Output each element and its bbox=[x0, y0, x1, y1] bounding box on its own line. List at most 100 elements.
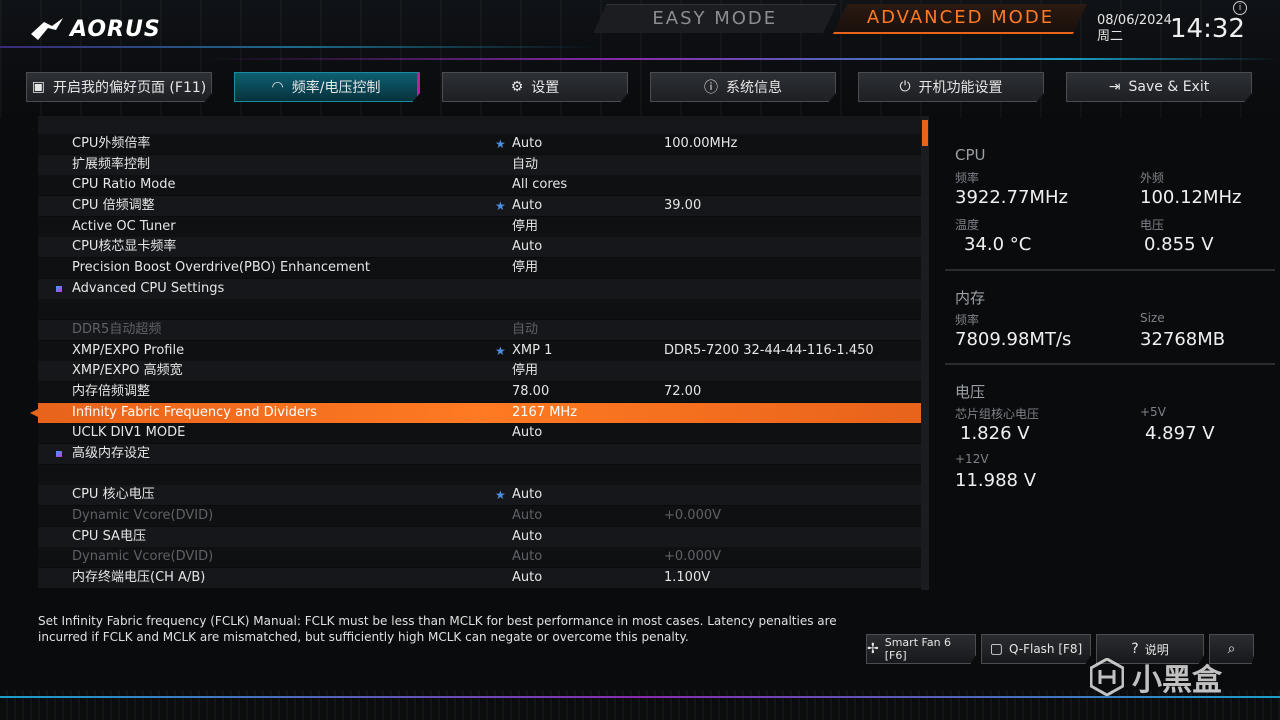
setting-label: 内存倍频调整 bbox=[72, 384, 151, 399]
favorites-icon: ▣ bbox=[31, 79, 45, 95]
setting-cpu-ratio[interactable]: CPU 倍频调整 ★ Auto 39.00 bbox=[38, 196, 921, 216]
setting-uclk-div1[interactable]: UCLK DIV1 MODE Auto bbox=[38, 423, 921, 443]
setting-value: 78.00 bbox=[512, 384, 550, 399]
setting-xmp-bandwidth[interactable]: XMP/EXPO 高频宽 停用 bbox=[38, 361, 921, 381]
setting-value: 2167 MHz bbox=[512, 405, 578, 420]
setting-mem-vtt[interactable]: 内存终端电压(CH A/B) Auto 1.100V bbox=[38, 568, 921, 588]
setting-cpu-vcore[interactable]: CPU 核心电压 ★ Auto bbox=[38, 485, 921, 505]
header-neon-line-2 bbox=[200, 58, 1280, 60]
brand-name: AORUS bbox=[70, 16, 161, 42]
setting-current: 100.00MHz bbox=[664, 136, 738, 151]
setting-current: +0.000V bbox=[664, 508, 722, 523]
setting-label: UCLK DIV1 MODE bbox=[72, 425, 186, 440]
setting-value: 自动 bbox=[512, 157, 539, 172]
footer-background bbox=[0, 690, 1280, 720]
setting-cpu-ratio-mode[interactable]: CPU Ratio Mode All cores bbox=[38, 175, 921, 195]
list-item bbox=[38, 465, 921, 485]
watermark-text: 小黑盒 bbox=[1132, 663, 1222, 698]
setting-label: CPU外频倍率 bbox=[72, 136, 151, 151]
voltage-section-title: 电压 bbox=[955, 383, 986, 401]
star-icon: ★ bbox=[495, 344, 506, 358]
info-circle-icon: ⓘ bbox=[704, 80, 718, 96]
submenu-advanced-cpu[interactable]: Advanced CPU Settings bbox=[38, 279, 921, 299]
smart-fan-button[interactable]: ✢ Smart Fan 6 [F6] bbox=[866, 634, 976, 664]
setting-label: CPU 倍频调整 bbox=[72, 198, 155, 213]
cpu-volt-label: 电压 bbox=[1140, 218, 1165, 232]
setting-igpu-freq[interactable]: CPU核芯显卡频率 Auto bbox=[38, 237, 921, 257]
gear-icon: ⚙ bbox=[510, 79, 524, 95]
setting-current: 1.100V bbox=[664, 570, 711, 585]
setting-label: 高级内存设定 bbox=[72, 446, 151, 461]
setting-label: CPU 核心电压 bbox=[72, 487, 155, 502]
setting-value: Auto bbox=[512, 529, 543, 544]
setting-cpu-bclk[interactable]: CPU外频倍率 ★ Auto 100.00MHz bbox=[38, 134, 921, 154]
easy-mode-button[interactable]: EASY MODE bbox=[593, 4, 837, 33]
star-icon: ★ bbox=[495, 488, 506, 502]
qflash-button[interactable]: ▢ Q-Flash [F8] bbox=[981, 634, 1091, 664]
mem-freq-label: 频率 bbox=[955, 313, 980, 327]
power-icon: ⏻ bbox=[899, 79, 911, 95]
footer-neon-line bbox=[0, 696, 1280, 698]
setting-value: Auto bbox=[512, 239, 543, 254]
aorus-logo: AORUS bbox=[30, 16, 161, 42]
settings-list: CPU外频倍率 ★ Auto 100.00MHz 扩展频率控制 自动 CPU Ratio… bbox=[38, 116, 921, 590]
settings-scrollbar[interactable] bbox=[921, 116, 929, 590]
setting-xmp-profile[interactable]: XMP/EXPO Profile ★ XMP 1 DDR5-7200 32-44-44… bbox=[38, 341, 921, 361]
setting-label: DDR5自动超频 bbox=[72, 322, 162, 337]
setting-label: XMP/EXPO Profile bbox=[72, 343, 185, 358]
tab-boot[interactable]: ⏻ 开机功能设置 bbox=[858, 72, 1044, 102]
cpu-temp-value: 34.0 °C bbox=[964, 234, 1032, 255]
star-icon: ★ bbox=[495, 137, 506, 151]
date-text: 08/06/2024 bbox=[1097, 13, 1172, 28]
mem-freq-value: 7809.98MT/s bbox=[955, 329, 1072, 350]
chip-icon: ▢ bbox=[989, 641, 1003, 657]
selection-wing-left bbox=[30, 408, 54, 418]
setting-label: XMP/EXPO 高频宽 bbox=[72, 363, 183, 378]
setting-value: 停用 bbox=[512, 363, 539, 378]
date-display: 08/06/2024 周二 bbox=[1097, 13, 1172, 45]
button-label: Smart Fan 6 [F6] bbox=[884, 636, 952, 662]
setting-infinity-fabric[interactable]: Infinity Fabric Frequency and Dividers 21… bbox=[38, 403, 921, 423]
setting-ext-freq[interactable]: 扩展频率控制 自动 bbox=[38, 155, 921, 175]
tab-settings[interactable]: ⚙ 设置 bbox=[442, 72, 628, 102]
main-tabs: ▣ 开启我的偏好页面 (F11) ◠ 频率/电压控制 ⚙ 设置 ⓘ 系统信息 ⏻ 开机功能… bbox=[26, 72, 1256, 102]
setting-label: Advanced CPU Settings bbox=[72, 281, 225, 296]
tab-label: 系统信息 bbox=[726, 80, 782, 96]
info-icon[interactable]: i bbox=[1233, 1, 1247, 15]
time-display: 14:32 bbox=[1170, 14, 1245, 44]
setting-value: All cores bbox=[512, 177, 568, 192]
setting-active-oc-tuner[interactable]: Active OC Tuner 停用 bbox=[38, 217, 921, 237]
setting-label: Precision Boost Overdrive(PBO) Enhanceme… bbox=[72, 260, 370, 275]
advanced-mode-label: ADVANCED MODE bbox=[866, 7, 1055, 28]
tab-label: 频率/电压控制 bbox=[291, 80, 381, 96]
eagle-icon bbox=[31, 18, 63, 40]
p12v-value: 11.988 V bbox=[955, 470, 1037, 491]
setting-current: 39.00 bbox=[664, 198, 702, 213]
setting-label: Active OC Tuner bbox=[72, 219, 176, 234]
setting-value: Auto bbox=[512, 136, 543, 151]
panel-divider bbox=[945, 269, 1275, 271]
tab-frequency-voltage[interactable]: ◠ 频率/电压控制 bbox=[234, 72, 420, 102]
tab-favorites[interactable]: ▣ 开启我的偏好页面 (F11) bbox=[26, 72, 212, 102]
cpu-freq-label: 频率 bbox=[955, 171, 980, 185]
setting-dynamic-vcore-2: Dynamic Vcore(DVID) Auto +0.000V bbox=[38, 547, 921, 567]
setting-value: Auto bbox=[512, 508, 543, 523]
chipset-volt-label: 芯片组核心电压 bbox=[955, 407, 1040, 421]
submenu-advanced-memory[interactable]: 高级内存设定 bbox=[38, 444, 921, 464]
selection-wing-right bbox=[898, 408, 922, 418]
setting-label: Dynamic Vcore(DVID) bbox=[72, 549, 214, 564]
advanced-mode-button[interactable]: ADVANCED MODE bbox=[833, 4, 1087, 34]
weekday-text: 周二 bbox=[1097, 29, 1124, 44]
star-icon: ★ bbox=[495, 199, 506, 213]
setting-mem-multiplier[interactable]: 内存倍频调整 78.00 72.00 bbox=[38, 382, 921, 402]
setting-current: +0.000V bbox=[664, 549, 722, 564]
setting-cpu-sa-voltage[interactable]: CPU SA电压 Auto bbox=[38, 527, 921, 547]
tab-save-exit[interactable]: ⇥ Save & Exit bbox=[1066, 72, 1252, 102]
tab-system-info[interactable]: ⓘ 系统信息 bbox=[650, 72, 836, 102]
cpu-bclk-label: 外频 bbox=[1140, 171, 1165, 185]
setting-label: CPU核芯显卡频率 bbox=[72, 239, 177, 254]
tab-label: Save & Exit bbox=[1128, 79, 1210, 95]
gauge-icon: ◠ bbox=[271, 79, 284, 95]
setting-pbo[interactable]: Precision Boost Overdrive(PBO) Enhanceme… bbox=[38, 258, 921, 278]
scrollbar-thumb[interactable] bbox=[922, 120, 928, 146]
